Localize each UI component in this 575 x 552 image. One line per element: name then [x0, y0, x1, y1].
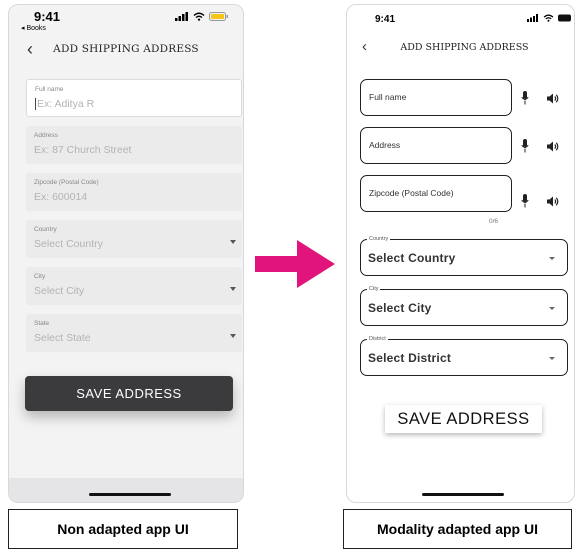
field-placeholder: Select City — [34, 285, 85, 297]
field-placeholder: Select State — [34, 332, 91, 344]
dropdown-arrow-icon[interactable] — [549, 307, 555, 310]
home-indicator[interactable] — [89, 493, 171, 496]
signal-icon — [175, 12, 188, 21]
dropdown-arrow-icon[interactable] — [549, 357, 555, 360]
field-label: Full name — [369, 92, 407, 102]
signal-icon — [527, 14, 538, 22]
field-label: Address — [369, 140, 401, 150]
full-name-field[interactable]: Full name — [360, 79, 512, 116]
floating-label: City — [367, 285, 381, 293]
header: ‹ ADD SHIPPING ADDRESS — [9, 39, 243, 65]
field-label: Full name — [35, 86, 64, 93]
zipcode-field[interactable]: Zipcode (Postal Code) — [360, 175, 512, 212]
back-to-app-link[interactable]: ◂ Books — [21, 24, 46, 32]
battery-icon — [209, 12, 228, 21]
header: ‹ ADD SHIPPING ADDRESS — [347, 38, 574, 62]
wifi-icon — [543, 14, 554, 22]
character-counter: 0/6 — [489, 218, 499, 225]
dropdown-arrow-icon[interactable] — [549, 257, 555, 260]
field-placeholder: Ex: 87 Church Street — [34, 144, 132, 156]
country-select[interactable]: Country Select Country — [360, 235, 568, 276]
caption-non-adapted: Non adapted app UI — [8, 509, 238, 549]
microphone-icon[interactable] — [521, 194, 529, 208]
bottom-bar — [9, 478, 243, 502]
page-title: ADD SHIPPING ADDRESS — [53, 43, 199, 55]
wifi-icon — [193, 12, 205, 21]
floating-label: Country — [367, 235, 391, 243]
speaker-icon[interactable] — [547, 196, 559, 207]
city-select[interactable]: City Select City — [360, 285, 568, 326]
field-placeholder: Ex: Aditya R — [35, 98, 95, 110]
speaker-icon[interactable] — [547, 93, 559, 104]
status-time: 9:41 — [375, 14, 396, 25]
dropdown-arrow-icon[interactable] — [230, 287, 236, 291]
dropdown-arrow-icon[interactable] — [230, 334, 236, 338]
field-label: Zipcode (Postal Code) — [34, 179, 99, 186]
microphone-icon[interactable] — [521, 139, 529, 153]
microphone-icon[interactable] — [521, 91, 529, 105]
city-select[interactable]: City Select City — [26, 267, 242, 305]
zipcode-field[interactable]: Zipcode (Postal Code) Ex: 600014 — [26, 173, 242, 211]
non-adapted-phone-screen: 9:41 ◂ Books ‹ ADD SHIPPING ADDRESS Full… — [8, 4, 244, 503]
district-select[interactable]: District Select District — [360, 335, 568, 376]
dropdown-arrow-icon[interactable] — [230, 240, 236, 244]
state-select[interactable]: State Select State — [26, 314, 242, 352]
field-placeholder: Ex: 600014 — [34, 191, 88, 203]
full-name-field[interactable]: Full name Ex: Aditya R — [26, 79, 242, 117]
save-address-button[interactable]: SAVE ADDRESS — [25, 376, 233, 411]
address-field[interactable]: Address — [360, 127, 512, 164]
field-label: Zipcode (Postal Code) — [369, 188, 454, 198]
modality-adapted-phone-screen: 9:41 ‹ ADD SHIPPING ADDRESS Full name Ad… — [346, 4, 575, 503]
status-icons — [527, 14, 572, 22]
field-label: City — [34, 273, 46, 280]
address-field[interactable]: Address Ex: 87 Church Street — [26, 126, 242, 164]
field-label: Address — [34, 132, 58, 139]
country-select[interactable]: Country Select Country — [26, 220, 242, 258]
select-value: Select District — [368, 351, 452, 365]
caption-modality-adapted: Modality adapted app UI — [343, 509, 572, 549]
status-time: 9:41 — [34, 9, 61, 24]
save-address-button[interactable]: SAVE ADDRESS — [385, 405, 542, 433]
speaker-icon[interactable] — [547, 141, 559, 152]
arrow-right-icon — [255, 240, 335, 288]
home-indicator[interactable] — [422, 493, 504, 496]
field-placeholder: Select Country — [34, 238, 103, 250]
select-value: Select Country — [368, 251, 456, 265]
page-title: ADD SHIPPING ADDRESS — [400, 42, 529, 53]
select-value: Select City — [368, 301, 432, 315]
field-label: State — [34, 320, 50, 327]
status-icons — [175, 12, 229, 21]
field-label: Country — [34, 226, 57, 233]
floating-label: District — [367, 335, 388, 343]
battery-icon — [558, 14, 571, 22]
